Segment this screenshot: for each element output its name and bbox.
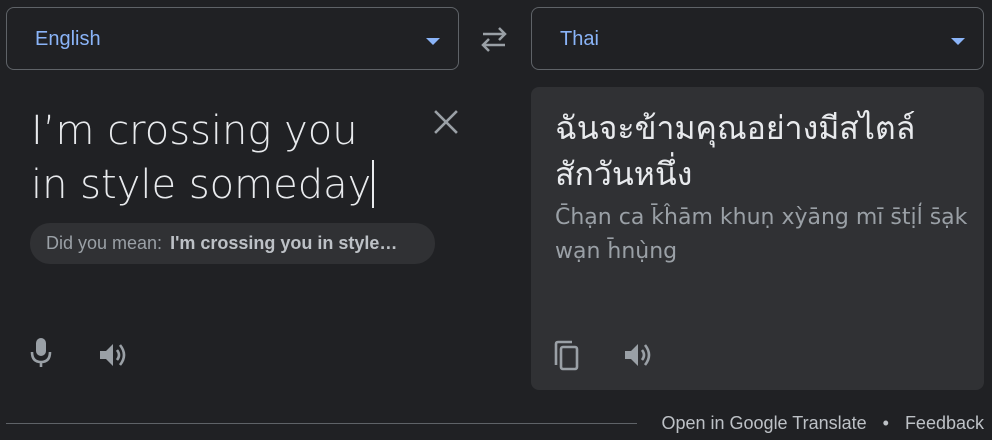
transliteration: C̄hạn ca k̄ĥām khuṇ xỳāng mī s̄tịl̒ s̄ạk…: [555, 201, 975, 269]
source-language-select[interactable]: English: [6, 7, 459, 70]
translated-text: ฉันจะข้ามคุณอย่างมีสไตล์ สักวันหนึ่ง: [555, 105, 975, 197]
source-text-line-content: in style someday: [31, 162, 372, 208]
speaker-icon: [100, 344, 126, 366]
swap-languages-button[interactable]: [476, 24, 512, 54]
close-icon: [434, 110, 458, 134]
target-language-select[interactable]: Thai: [531, 7, 984, 70]
voice-input-button[interactable]: [24, 336, 58, 370]
text-cursor: [372, 160, 375, 208]
translated-text-line: สักวันหนึ่ง: [555, 155, 693, 193]
caret-down-icon: [426, 38, 440, 45]
listen-translation-button[interactable]: [621, 338, 655, 372]
did-you-mean-chip[interactable]: Did you mean: I'm crossing you in style…: [30, 223, 435, 264]
footer-divider: [6, 423, 637, 424]
source-text-line: in style someday: [31, 158, 421, 212]
copy-translation-button[interactable]: [549, 338, 583, 372]
did-you-mean-label: Did you mean:: [46, 233, 163, 253]
swap-arrows-icon: [481, 27, 507, 52]
source-language-label: English: [35, 28, 101, 50]
transliteration-line: C̄hạn ca k̄ĥām khuṇ xỳāng mī s̄tịl̒ s̄ạk: [555, 205, 968, 230]
feedback-link[interactable]: Feedback: [905, 413, 984, 434]
caret-down-icon: [951, 38, 965, 45]
translation-output-panel: ฉันจะข้ามคุณอย่างมีสไตล์ สักวันหนึ่ง C̄h…: [531, 87, 984, 390]
listen-source-button[interactable]: [96, 338, 130, 372]
source-text-input[interactable]: I’m crossing you in style someday: [31, 104, 421, 212]
copy-icon: [554, 340, 579, 371]
microphone-icon: [30, 338, 52, 367]
transliteration-line: wạn h̄nụ̀ng: [555, 239, 678, 264]
translated-text-line: ฉันจะข้ามคุณอย่างมีสไตล์: [555, 109, 916, 147]
target-language-label: Thai: [560, 28, 599, 50]
clear-text-button[interactable]: [430, 106, 462, 138]
footer-separator: •: [882, 413, 889, 433]
source-text-line: I’m crossing you: [31, 108, 358, 154]
open-in-google-translate-link[interactable]: Open in Google Translate: [661, 413, 866, 434]
did-you-mean-suggestion: I'm crossing you in style…: [170, 233, 398, 253]
footer-links: Open in Google Translate • Feedback: [661, 413, 984, 434]
speaker-icon: [625, 344, 651, 366]
